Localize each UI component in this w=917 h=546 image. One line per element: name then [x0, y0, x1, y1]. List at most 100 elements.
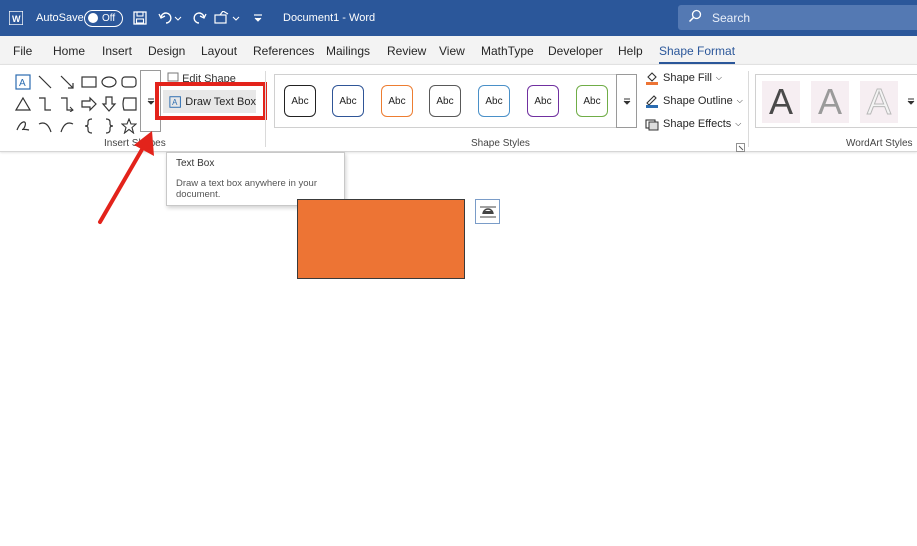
wordart-letter: A [817, 81, 842, 122]
preset-text: Abc [583, 95, 601, 107]
shape-style-preset[interactable]: Abc [478, 85, 510, 117]
shape-effects-button[interactable]: Shape Effects ⌵ [645, 117, 741, 131]
autosave-toggle[interactable]: Off [84, 0, 123, 36]
shape-styles-gallery: Abc Abc Abc Abc Abc Abc Abc [274, 74, 616, 128]
shape-effects-label: Shape Effects [663, 118, 732, 130]
flowchart-shape-icon[interactable] [120, 95, 138, 113]
shape-styles-group-label: Shape Styles [471, 138, 530, 149]
insert-shapes-group-label: Insert Shapes [104, 138, 166, 149]
arrow-line-shape-icon[interactable] [58, 73, 76, 91]
tab-developer[interactable]: Developer [548, 44, 603, 58]
shape-outline-label: Shape Outline [663, 95, 733, 107]
preset-text: Abc [388, 95, 406, 107]
search-icon [688, 9, 702, 26]
redo-icon[interactable] [192, 0, 208, 36]
wordart-style-preset[interactable]: A [860, 81, 898, 123]
ribbon: A Edit Shape A Draw Text Box Insert Shap… [0, 64, 917, 152]
ribbon-tabs: File Home Insert Design Layout Reference… [0, 36, 917, 64]
freeform-scribble-shape-icon[interactable] [14, 117, 32, 135]
layout-options-icon[interactable] [475, 199, 500, 224]
autosave-state: Off [102, 12, 116, 24]
tab-review[interactable]: Review [387, 44, 426, 58]
undo-icon[interactable] [158, 0, 182, 36]
edit-shape-icon [167, 72, 179, 82]
tab-layout[interactable]: Layout [201, 44, 237, 58]
document-title: Document1 - Word [283, 12, 376, 24]
elbow-arrow-connector-shape-icon[interactable] [58, 95, 76, 113]
shape-style-preset[interactable]: Abc [381, 85, 413, 117]
rectangle-shape[interactable] [297, 199, 465, 279]
toggle-knob [88, 13, 98, 23]
tab-home[interactable]: Home [53, 44, 85, 58]
more-chevron-icon [623, 98, 630, 105]
wordart-letter: A [866, 81, 891, 123]
title-bar: W AutoSave Off Document1 - Word Search [0, 0, 917, 36]
svg-text:W: W [12, 14, 21, 24]
wordart-style-preset[interactable]: A [762, 81, 800, 123]
dialog-launcher-icon [736, 143, 745, 152]
wordart-more-button[interactable] [906, 74, 917, 128]
tab-design[interactable]: Design [148, 44, 185, 58]
preset-text: Abc [436, 95, 454, 107]
preset-text: Abc [485, 95, 503, 107]
shape-fill-label: Shape Fill [663, 72, 712, 84]
shape-style-preset[interactable]: Abc [527, 85, 559, 117]
tooltip-description: Draw a text box anywhere in your documen… [176, 178, 317, 200]
wordart-letter: A [768, 81, 793, 122]
tab-file[interactable]: File [13, 44, 32, 58]
chevron-down-icon: ⌵ [715, 73, 722, 82]
triangle-shape-icon[interactable] [14, 95, 32, 113]
curve-shape-icon[interactable] [58, 117, 76, 135]
elbow-connector-shape-icon[interactable] [36, 95, 54, 113]
shape-styles-dialog-launcher[interactable] [736, 139, 745, 152]
search-box[interactable]: Search [678, 5, 917, 30]
group-separator [748, 71, 749, 147]
more-chevron-icon [907, 98, 915, 105]
shape-fill-button[interactable]: Shape Fill ⌵ [645, 71, 722, 85]
word-app-icon[interactable]: W [9, 0, 23, 36]
preset-text: Abc [339, 95, 357, 107]
shape-style-preset[interactable]: Abc [576, 85, 608, 117]
search-placeholder: Search [712, 10, 751, 25]
tab-mailings[interactable]: Mailings [326, 44, 370, 58]
more-chevron-icon [147, 98, 154, 105]
wordart-styles-gallery: A A A [755, 74, 917, 128]
save-icon[interactable] [133, 0, 147, 36]
svg-text:A: A [19, 78, 26, 89]
tab-insert[interactable]: Insert [102, 44, 132, 58]
shape-style-preset[interactable]: Abc [284, 85, 316, 117]
shape-effects-icon [645, 119, 659, 131]
preset-text: Abc [534, 95, 552, 107]
paint-bucket-icon [646, 72, 658, 85]
word-window: W AutoSave Off Document1 - Word Search F… [0, 0, 917, 546]
right-arrow-shape-icon[interactable] [80, 95, 98, 113]
preset-text: Abc [291, 95, 309, 107]
tab-help[interactable]: Help [618, 44, 643, 58]
shape-outline-button[interactable]: Shape Outline ⌵ [645, 94, 743, 108]
chevron-down-icon: ⌵ [736, 96, 743, 105]
rectangle-shape-icon[interactable] [80, 73, 98, 91]
tab-references[interactable]: References [253, 44, 314, 58]
shape-style-preset[interactable]: Abc [332, 85, 364, 117]
left-brace-shape-icon[interactable] [80, 117, 98, 135]
pen-outline-icon [646, 95, 658, 108]
rounded-rectangle-shape-icon[interactable] [120, 73, 138, 91]
oval-shape-icon[interactable] [100, 73, 118, 91]
star-shape-icon[interactable] [120, 117, 138, 135]
down-arrow-shape-icon[interactable] [100, 95, 118, 113]
shape-style-preset[interactable]: Abc [429, 85, 461, 117]
tab-shape-format[interactable]: Shape Format [659, 44, 736, 64]
shapes-gallery: A [12, 71, 160, 139]
tab-view[interactable]: View [439, 44, 465, 58]
text-box-shape-icon[interactable]: A [14, 73, 32, 91]
tooltip-title: Text Box [176, 158, 215, 169]
shape-styles-more-button[interactable] [616, 74, 637, 128]
wordart-style-preset[interactable]: A [811, 81, 849, 123]
customize-qat-icon[interactable] [253, 0, 263, 36]
arc-shape-icon[interactable] [36, 117, 54, 135]
quick-access-tool-icon[interactable] [214, 0, 240, 36]
chevron-down-icon: ⌵ [735, 119, 742, 128]
tab-mathtype[interactable]: MathType [481, 44, 534, 58]
right-brace-shape-icon[interactable] [100, 117, 118, 135]
line-shape-icon[interactable] [36, 73, 54, 91]
